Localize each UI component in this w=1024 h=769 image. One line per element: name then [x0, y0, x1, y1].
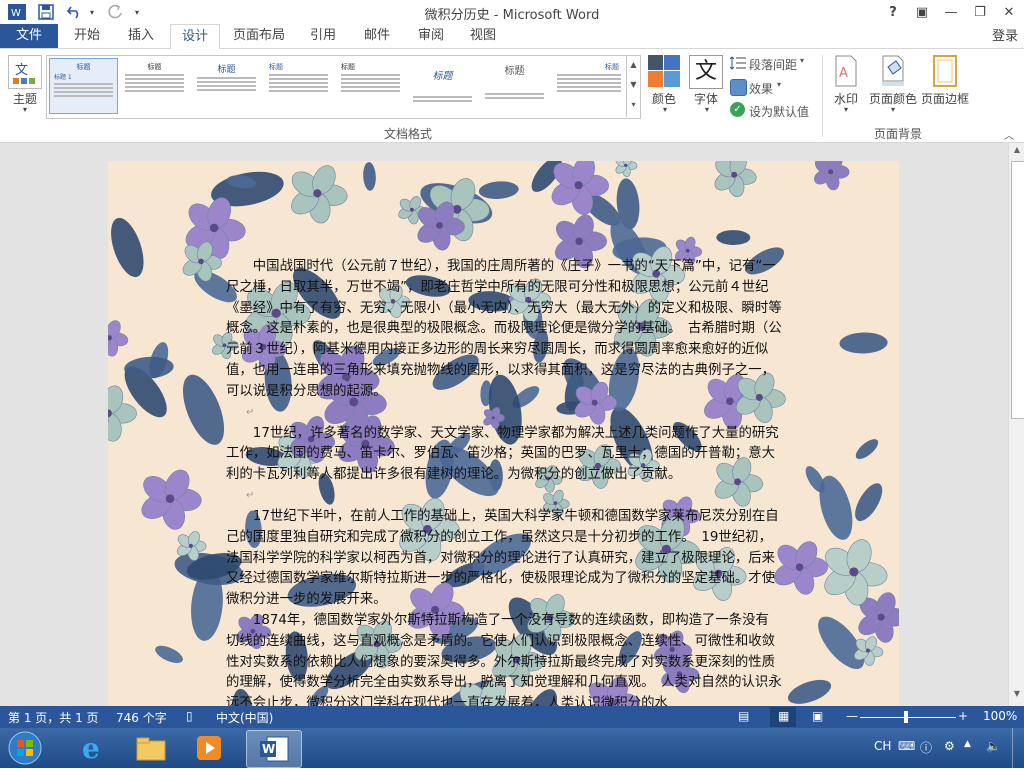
- word-count[interactable]: 746 个字: [116, 709, 167, 726]
- effects-button[interactable]: 效果: [749, 80, 773, 97]
- ribbon-tab-bar: 文件 开始 插入 设计 页面布局 引用 邮件 审阅 视图: [0, 24, 1024, 50]
- title-bar: W ▾ ▾ 微积分历史 - Microsoft Word ? ▣ — ❐ ✕: [0, 0, 1024, 24]
- tab-insert[interactable]: 插入: [116, 24, 166, 48]
- gallery-more-icon[interactable]: ▾: [627, 95, 640, 115]
- svg-text:e: e: [82, 733, 100, 763]
- tab-view[interactable]: 视图: [460, 24, 506, 48]
- page-count[interactable]: 第 1 页，共 1 页: [8, 709, 99, 726]
- ribbon: 文 主题 ▾ 标题 标题 1 标题 标题 标题 标题 标题 标题 标题 ▲ ▼ …: [0, 49, 1024, 143]
- window-title: 微积分历史 - Microsoft Word: [424, 8, 600, 23]
- scroll-down-icon[interactable]: ▼: [1011, 689, 1023, 701]
- paragraph-spacing-dropdown-icon[interactable]: ▾: [800, 56, 804, 65]
- word-taskbar-icon[interactable]: W: [246, 730, 302, 768]
- paragraph-mark: ↵: [246, 406, 255, 418]
- print-layout-icon[interactable]: ▦: [770, 707, 796, 727]
- page-borders-button[interactable]: 页面边框: [918, 90, 972, 107]
- style-set-thumbnail[interactable]: 标题: [121, 59, 188, 113]
- help-tray-icon[interactable]: ⓘ: [920, 739, 932, 756]
- style-set-thumbnail[interactable]: 标题: [409, 59, 476, 113]
- set-as-default-button[interactable]: 设为默认值: [749, 103, 809, 120]
- page-borders-icon: [932, 55, 958, 87]
- fonts-dropdown-icon: ▾: [704, 105, 709, 114]
- paragraph-spacing-icon: [729, 56, 746, 70]
- page-background-group-label: 页面背景: [874, 127, 923, 141]
- vertical-scrollbar[interactable]: ▲ ▼: [1008, 143, 1024, 706]
- tab-file[interactable]: 文件: [0, 24, 58, 48]
- zoom-level[interactable]: 100%: [983, 709, 1017, 723]
- document-area: 中国战国时代（公元前７世纪），我国的庄周所著的《庄子》一书的“天下篇”中，记有“…: [0, 143, 1008, 706]
- tab-home[interactable]: 开始: [62, 24, 112, 48]
- scroll-up-icon[interactable]: ▲: [1011, 145, 1023, 157]
- close-icon[interactable]: ✕: [995, 1, 1023, 23]
- paragraph-spacing-button[interactable]: 段落间距: [749, 56, 797, 73]
- zoom-out-icon[interactable]: —: [846, 709, 858, 723]
- page-color-dropdown-icon: ▾: [890, 105, 895, 114]
- group-separator: [822, 55, 823, 137]
- scrollbar-thumb[interactable]: [1011, 161, 1024, 419]
- document-formatting-group-label: 文档格式: [384, 127, 433, 141]
- keyboard-icon[interactable]: ⌨: [898, 739, 915, 753]
- style-set-gallery: 标题 标题 1 标题 标题 标题 标题 标题 标题 标题: [46, 55, 641, 119]
- settings-tray-icon[interactable]: ⚙: [944, 739, 955, 753]
- style-set-thumbnail[interactable]: 标题: [481, 59, 548, 113]
- document-body[interactable]: 中国战国时代（公元前７世纪），我国的庄周所著的《庄子》一书的“天下篇”中，记有“…: [226, 257, 782, 706]
- restore-icon[interactable]: ❐: [966, 1, 994, 23]
- style-set-thumbnail[interactable]: 标题: [193, 59, 260, 113]
- paragraph[interactable]: 17世纪，许多著名的数学家、天文学家、物理学家都为解决上述几类问题作了大量的研究…: [226, 424, 782, 486]
- show-desktop-button[interactable]: [1012, 728, 1024, 768]
- tab-design[interactable]: 设计: [170, 24, 220, 50]
- page-color-icon: [878, 55, 908, 87]
- gallery-scroll: ▲ ▼ ▾: [626, 55, 640, 117]
- zoom-slider[interactable]: [860, 717, 956, 718]
- watermark-dropdown-icon: ▾: [843, 105, 848, 114]
- show-hidden-icons-icon[interactable]: ▲: [964, 739, 971, 749]
- zoom-slider-thumb[interactable]: [904, 711, 908, 723]
- media-player-icon[interactable]: [182, 730, 236, 766]
- collapse-ribbon-icon[interactable]: ︿: [1004, 127, 1014, 142]
- start-button-icon[interactable]: [6, 730, 44, 766]
- effects-dropdown-icon[interactable]: ▾: [777, 80, 781, 89]
- proofing-icon[interactable]: ▯: [186, 709, 193, 723]
- sign-in-link[interactable]: 登录: [992, 25, 1018, 44]
- style-set-thumbnail[interactable]: 标题: [265, 59, 332, 113]
- svg-text:W: W: [262, 742, 275, 756]
- tab-references[interactable]: 引用: [300, 24, 346, 48]
- paragraph-mark: ↵: [246, 489, 255, 501]
- style-set-thumbnail[interactable]: 标题: [553, 59, 625, 113]
- volume-icon[interactable]: 🔈: [986, 739, 1001, 753]
- help-icon[interactable]: ?: [879, 1, 907, 23]
- read-mode-icon[interactable]: ▤: [738, 709, 749, 723]
- web-layout-icon[interactable]: ▣: [812, 709, 823, 723]
- ime-indicator[interactable]: CH: [874, 739, 891, 753]
- paragraph[interactable]: 1874年，德国数学家外尔斯特拉斯构造了一个没有导数的连续函数，即构造了一条没有…: [226, 611, 782, 706]
- file-explorer-icon[interactable]: [124, 730, 178, 766]
- svg-text:文: 文: [15, 63, 28, 78]
- status-bar: 第 1 页，共 1 页 746 个字 ▯ 中文(中国) ▤ ▦ ▣ — + 10…: [0, 706, 1024, 728]
- gallery-scroll-up-icon[interactable]: ▲: [627, 55, 640, 75]
- colors-dropdown-icon: ▾: [662, 105, 667, 114]
- zoom-in-icon[interactable]: +: [958, 709, 968, 723]
- effects-icon: [730, 79, 747, 96]
- tab-page-layout[interactable]: 页面布局: [226, 24, 292, 48]
- colors-button[interactable]: [648, 55, 680, 87]
- minimize-icon[interactable]: —: [937, 1, 965, 23]
- checkmark-icon: ✓: [730, 102, 745, 117]
- paragraph[interactable]: 17世纪下半叶，在前人工作的基础上，英国大科学家牛顿和德国数学家莱布尼茨分别在自…: [226, 507, 782, 611]
- paragraph[interactable]: 中国战国时代（公元前７世纪），我国的庄周所著的《庄子》一书的“天下篇”中，记有“…: [226, 257, 782, 403]
- themes-dropdown-icon: ▾: [22, 105, 27, 114]
- style-set-thumbnail[interactable]: 标题: [337, 59, 404, 113]
- svg-text:A: A: [839, 66, 848, 81]
- tab-review[interactable]: 审阅: [408, 24, 454, 48]
- ribbon-display-options-icon[interactable]: ▣: [908, 1, 936, 23]
- themes-button[interactable]: 文: [8, 55, 42, 89]
- style-set-thumbnail[interactable]: 标题 标题 1: [49, 58, 118, 114]
- tab-mailings[interactable]: 邮件: [354, 24, 400, 48]
- gallery-scroll-down-icon[interactable]: ▼: [627, 75, 640, 95]
- language-indicator[interactable]: 中文(中国): [216, 709, 273, 726]
- taskbar: e W CH ⌨ ⓘ ⚙ ▲ 🔈: [0, 728, 1024, 768]
- internet-explorer-icon[interactable]: e: [66, 730, 120, 766]
- watermark-icon: A: [833, 55, 859, 87]
- document-page[interactable]: 中国战国时代（公元前７世纪），我国的庄周所著的《庄子》一书的“天下篇”中，记有“…: [108, 161, 899, 706]
- fonts-button[interactable]: 文: [689, 55, 723, 89]
